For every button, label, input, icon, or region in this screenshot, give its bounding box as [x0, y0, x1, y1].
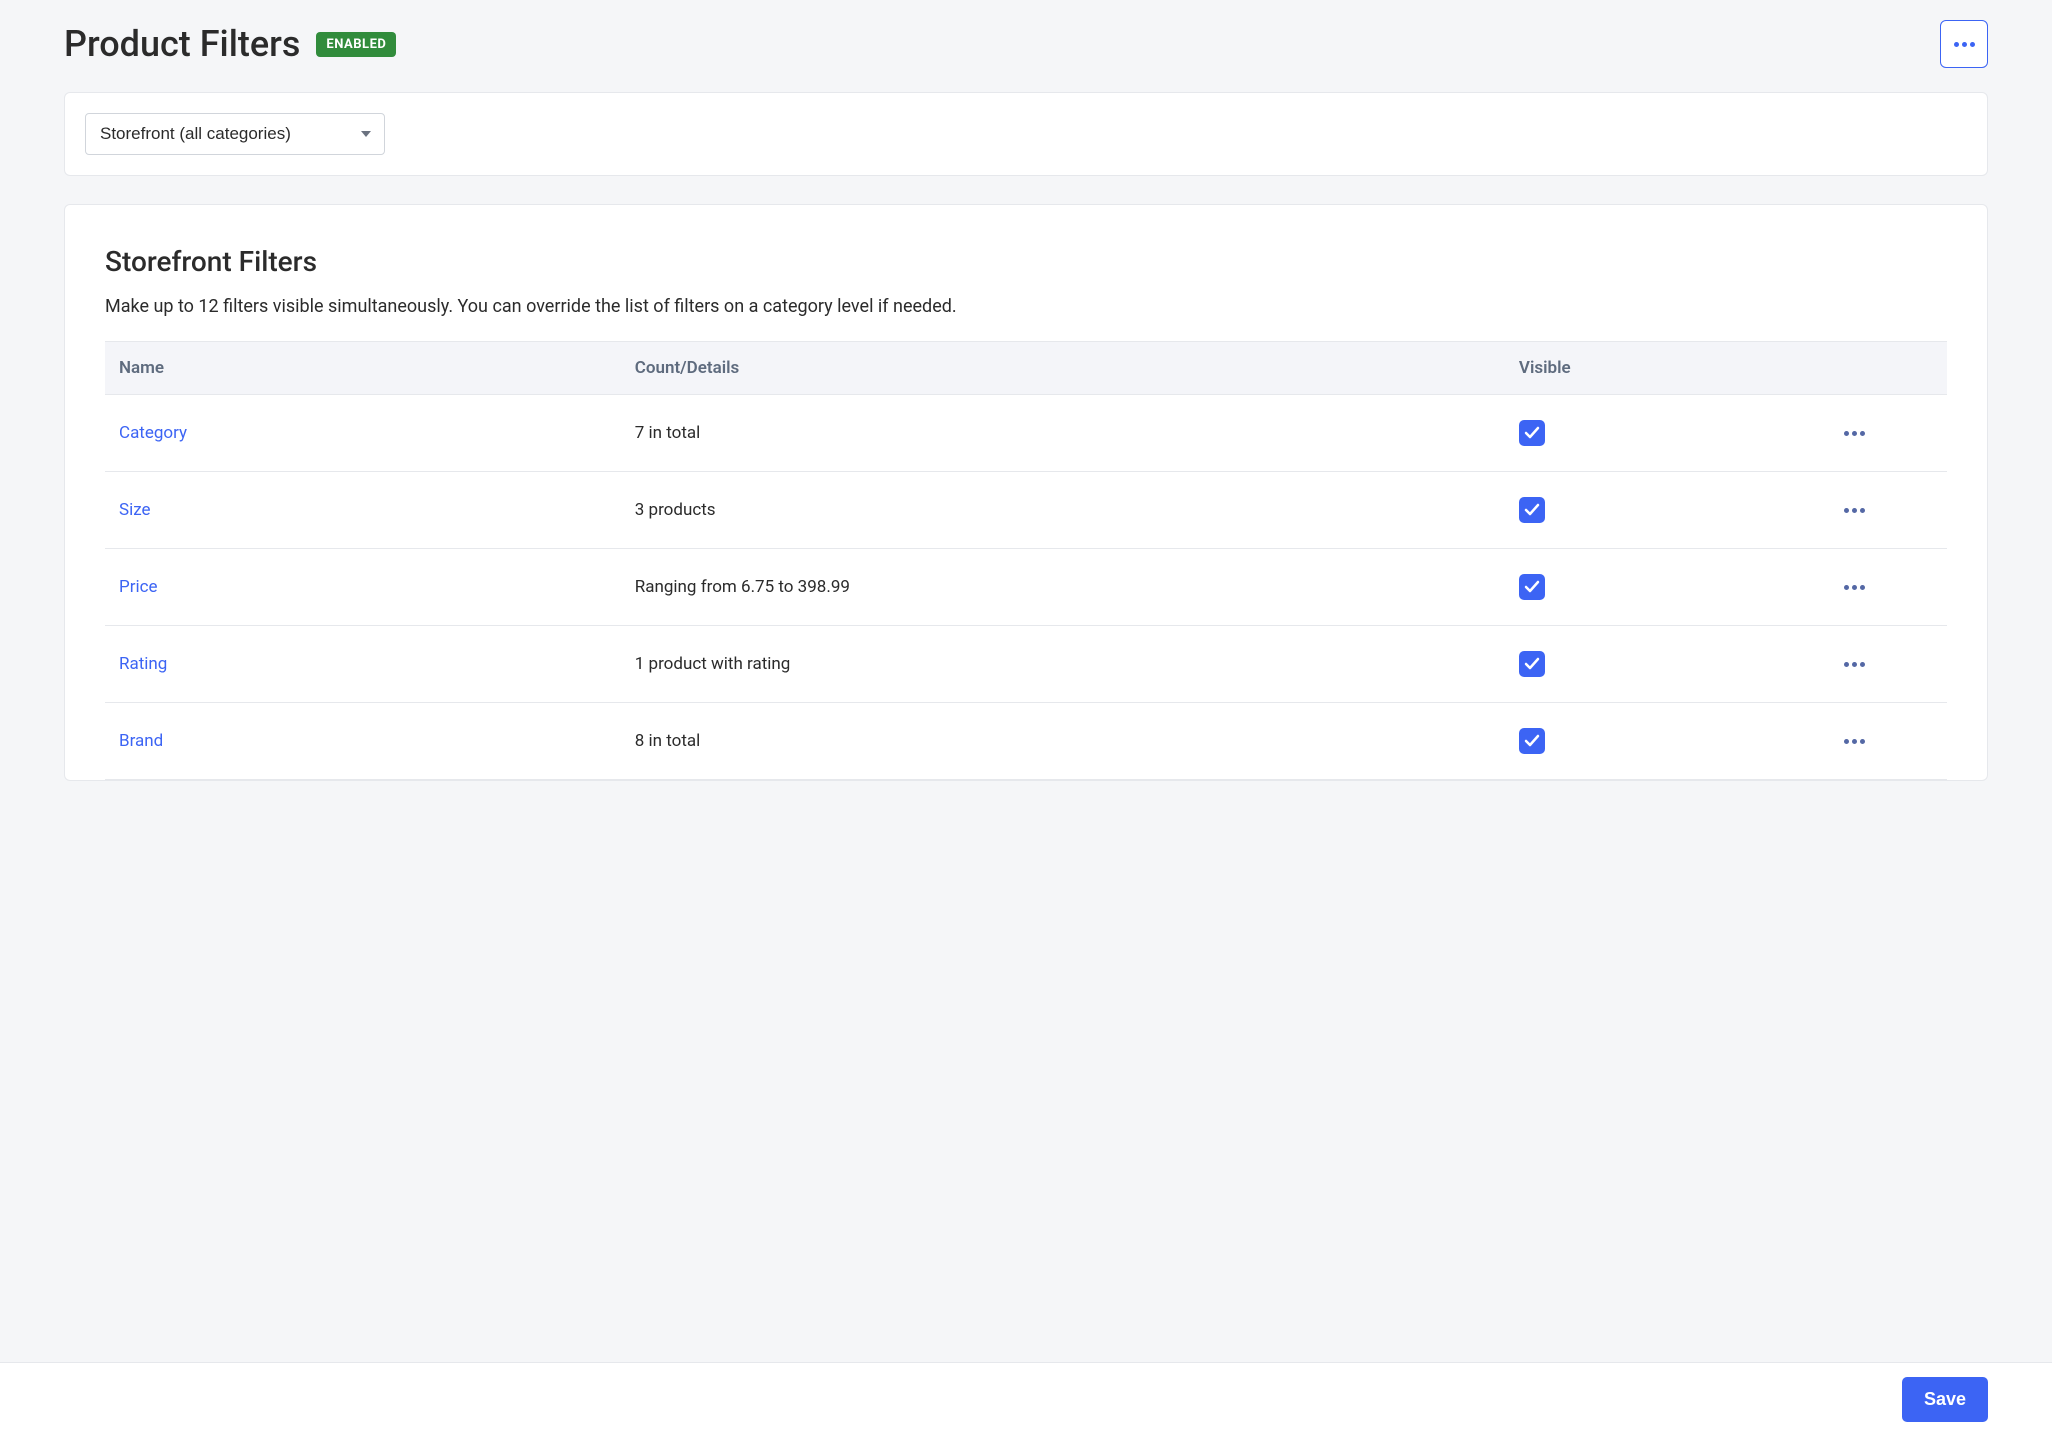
- filter-details: 8 in total: [621, 703, 1505, 780]
- filter-name-link[interactable]: Price: [119, 577, 158, 597]
- check-icon: [1524, 579, 1540, 595]
- scope-select[interactable]: Storefront (all categories): [85, 113, 385, 155]
- ellipsis-icon: [1954, 42, 1975, 47]
- table-row: Category 7 in total: [105, 395, 1947, 472]
- col-header-details: Count/Details: [621, 342, 1505, 395]
- check-icon: [1524, 656, 1540, 672]
- row-more-button[interactable]: [1839, 417, 1871, 449]
- visible-checkbox[interactable]: [1519, 420, 1545, 446]
- row-more-button[interactable]: [1839, 725, 1871, 757]
- ellipsis-icon: [1844, 508, 1865, 513]
- panel-title: Storefront Filters: [105, 245, 1947, 278]
- filters-table: Name Count/Details Visible Category 7 in …: [105, 341, 1947, 780]
- visible-checkbox[interactable]: [1519, 574, 1545, 600]
- table-row: Rating 1 product with rating: [105, 626, 1947, 703]
- check-icon: [1524, 425, 1540, 441]
- panel-description: Make up to 12 filters visible simultaneo…: [105, 296, 1947, 317]
- col-header-visible: Visible: [1505, 342, 1763, 395]
- check-icon: [1524, 502, 1540, 518]
- row-more-button[interactable]: [1839, 494, 1871, 526]
- row-more-button[interactable]: [1839, 648, 1871, 680]
- visible-checkbox[interactable]: [1519, 497, 1545, 523]
- table-row: Price Ranging from 6.75 to 398.99: [105, 549, 1947, 626]
- filter-details: 7 in total: [621, 395, 1505, 472]
- ellipsis-icon: [1844, 585, 1865, 590]
- page-more-button[interactable]: [1940, 20, 1988, 68]
- filter-details: 1 product with rating: [621, 626, 1505, 703]
- save-button[interactable]: Save: [1902, 1377, 1988, 1422]
- ellipsis-icon: [1844, 431, 1865, 436]
- scope-card: Storefront (all categories): [64, 92, 1988, 176]
- filter-details: Ranging from 6.75 to 398.99: [621, 549, 1505, 626]
- visible-checkbox[interactable]: [1519, 651, 1545, 677]
- table-row: Size 3 products: [105, 472, 1947, 549]
- page-title: Product Filters: [64, 23, 300, 65]
- scope-select-value: Storefront (all categories): [100, 124, 291, 143]
- filter-name-link[interactable]: Brand: [119, 731, 163, 751]
- row-more-button[interactable]: [1839, 571, 1871, 603]
- col-header-name: Name: [105, 342, 621, 395]
- footer-bar: Save: [0, 1362, 2052, 1436]
- page-header: Product Filters ENABLED: [64, 20, 1988, 68]
- filters-card: Storefront Filters Make up to 12 filters…: [64, 204, 1988, 781]
- filter-name-link[interactable]: Size: [119, 500, 151, 520]
- visible-checkbox[interactable]: [1519, 728, 1545, 754]
- table-row: Brand 8 in total: [105, 703, 1947, 780]
- ellipsis-icon: [1844, 662, 1865, 667]
- col-header-actions: [1763, 342, 1947, 395]
- check-icon: [1524, 733, 1540, 749]
- filter-details: 3 products: [621, 472, 1505, 549]
- filter-name-link[interactable]: Category: [119, 423, 187, 443]
- filter-name-link[interactable]: Rating: [119, 654, 167, 674]
- status-badge: ENABLED: [316, 32, 396, 57]
- ellipsis-icon: [1844, 739, 1865, 744]
